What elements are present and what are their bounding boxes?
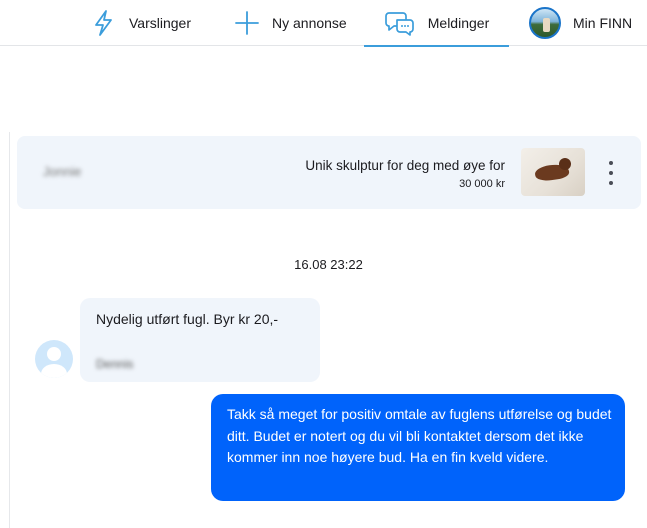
nav-min-finn-label: Min FINN: [573, 15, 633, 31]
plus-icon: [234, 10, 260, 36]
divider: [9, 132, 10, 528]
incoming-message-text: Nydelig utført fugl. Byr kr 20,-: [96, 311, 279, 327]
outgoing-message: Takk så meget for positiv omtale av fugl…: [211, 394, 625, 501]
avatar: [35, 340, 73, 378]
incoming-message-sender: Dennis: [96, 357, 134, 371]
nav-min-finn[interactable]: Min FINN: [529, 0, 632, 46]
chat-bubbles-icon: [384, 9, 416, 37]
nav-varslinger[interactable]: Varslinger: [91, 0, 191, 46]
ad-title[interactable]: Unik skulptur for deg med øye for: [305, 158, 505, 173]
outgoing-message-text: Takk så meget for positiv omtale av fugl…: [227, 406, 612, 465]
nav-ny-annonse[interactable]: Ny annonse: [234, 0, 347, 46]
lightning-icon: [91, 9, 117, 37]
nav-meldinger[interactable]: Meldinger: [364, 0, 509, 47]
incoming-message: Nydelig utført fugl. Byr kr 20,- Dennis: [80, 298, 320, 382]
profile-avatar: [529, 7, 561, 39]
ad-user-name: Jonnie: [43, 164, 82, 179]
top-navigation: Varslinger Ny annonse Meldinger Min FINN: [0, 0, 647, 47]
message-timestamp: 16.08 23:22: [294, 257, 363, 272]
nav-ny-annonse-label: Ny annonse: [272, 15, 347, 31]
nav-varslinger-label: Varslinger: [129, 15, 191, 31]
more-vertical-icon[interactable]: [605, 161, 617, 185]
ad-header-card[interactable]: Jonnie Unik skulptur for deg med øye for…: [17, 136, 641, 209]
ad-price: 30 000 kr: [459, 178, 505, 190]
nav-meldinger-label: Meldinger: [427, 15, 490, 31]
ad-thumbnail[interactable]: [521, 148, 585, 196]
